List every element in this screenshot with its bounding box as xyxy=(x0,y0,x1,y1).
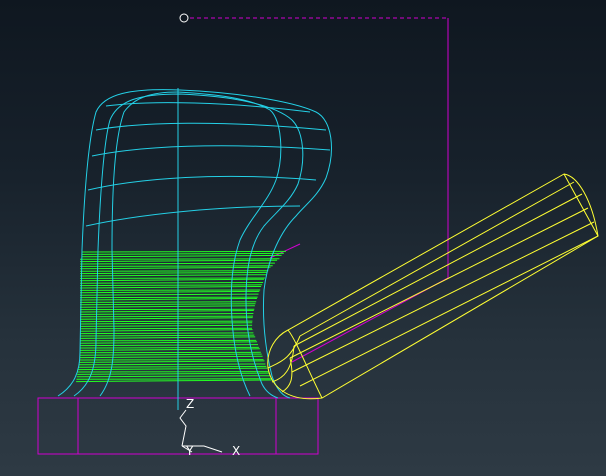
cam-graphics-viewport[interactable]: Z Y X xyxy=(0,0,606,476)
toolpath-pass xyxy=(79,262,275,265)
triad-x-label: X xyxy=(232,444,240,458)
toolpath-pass xyxy=(81,250,287,253)
toolpath-pass xyxy=(79,327,253,330)
circle-marker-icon[interactable] xyxy=(179,13,189,23)
toolpath-pass xyxy=(79,301,257,303)
toolpath-pass xyxy=(79,271,268,275)
toolpath-pass xyxy=(79,266,271,270)
toolpath-pass xyxy=(79,259,278,263)
toolpath-pass xyxy=(79,348,260,351)
toolpath-pass xyxy=(76,378,271,380)
toolpath-pass xyxy=(79,303,256,306)
toolpath-pass xyxy=(78,365,267,368)
toolpath-pass xyxy=(77,372,270,375)
toolpath-pass xyxy=(76,379,272,383)
toolpath-pass xyxy=(79,305,255,308)
toolpath-pass xyxy=(79,351,261,354)
toolpath-pass xyxy=(79,355,263,359)
toolpath-pass xyxy=(79,341,258,344)
toolpath-pass xyxy=(79,278,265,282)
toolpath-pass xyxy=(79,313,254,315)
toolpath-pass xyxy=(79,336,256,339)
toolpath-pass xyxy=(79,320,253,323)
toolpath-pass xyxy=(79,274,267,277)
toolpath-pass xyxy=(79,317,253,320)
toolpath-pass xyxy=(79,332,254,335)
toolpath-pass xyxy=(79,270,269,272)
toolpath-pass xyxy=(78,363,266,366)
toolpath-pass xyxy=(79,329,253,332)
toolpath-pass xyxy=(79,334,255,337)
toolpath-pass xyxy=(79,297,257,301)
toolpath-pass xyxy=(79,346,259,349)
triad-y-label: Y xyxy=(185,444,194,458)
toolpath-pass xyxy=(79,310,254,313)
toolpath-pass xyxy=(76,375,271,378)
toolpath-pass xyxy=(79,315,254,318)
scene-svg: Z Y X xyxy=(37,13,599,458)
triad-z-label: Z xyxy=(186,397,194,411)
toolpath-pass xyxy=(79,290,260,294)
toolpath-pass xyxy=(79,286,262,289)
toolpath-pass xyxy=(79,282,264,284)
toolpath-pass xyxy=(79,324,253,327)
toolpath-pass xyxy=(79,344,259,347)
toolpath-pass xyxy=(79,353,262,356)
ball-end-tool[interactable] xyxy=(267,173,599,400)
toolpath-pass xyxy=(79,322,253,325)
toolpath-pass xyxy=(78,360,265,363)
toolpath-pass xyxy=(79,284,263,287)
toolpath-pass xyxy=(79,265,273,267)
toolpath-pass xyxy=(77,367,268,371)
